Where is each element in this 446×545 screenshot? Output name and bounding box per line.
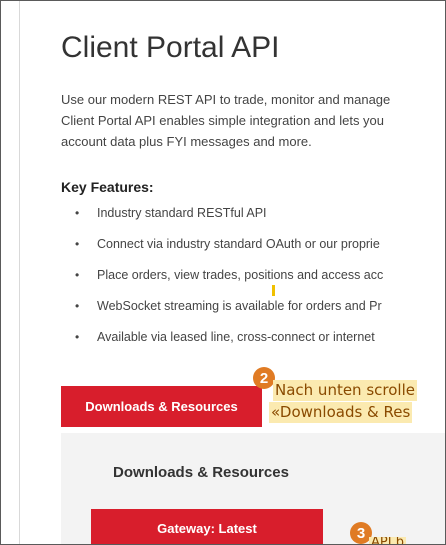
- intro-line: Client Portal API enables simple integra…: [61, 113, 385, 128]
- left-divider: [19, 1, 20, 544]
- page-title: Client Portal API: [61, 31, 280, 64]
- key-features-heading: Key Features:: [61, 179, 154, 195]
- feature-text: Available via leased line, cross-connect…: [97, 330, 375, 344]
- intro-line: Use our modern REST API to trade, monito…: [61, 92, 391, 107]
- bullet-icon: •: [75, 268, 80, 282]
- feature-text: Place orders, view trades, positions and…: [97, 268, 384, 282]
- bullet-icon: •: [75, 299, 80, 313]
- text-cursor-icon: [272, 285, 275, 296]
- gateway-latest-button[interactable]: Gateway: Latest: [91, 509, 323, 544]
- bullet-icon: •: [75, 330, 80, 344]
- bullet-icon: •: [75, 206, 80, 220]
- list-item: • Connect via industry standard OAuth or …: [61, 229, 383, 260]
- feature-text: WebSocket streaming is available for ord…: [97, 299, 382, 313]
- bullet-icon: •: [75, 237, 80, 251]
- intro-line: account data plus FYI messages and more.: [61, 134, 312, 149]
- step-marker-2: 2: [253, 367, 275, 389]
- list-item: • Available via leased line, cross-connec…: [61, 322, 383, 353]
- callout-step2-line1: Nach unten scrolle: [273, 380, 417, 401]
- feature-text: Connect via industry standard OAuth or o…: [97, 237, 380, 251]
- key-features-list: • Industry standard RESTful API • Connect …: [61, 198, 383, 353]
- downloads-panel: Downloads & Resources Gateway: Latest: [61, 433, 445, 544]
- panel-title: Downloads & Resources: [113, 464, 289, 481]
- list-item: • Industry standard RESTful API: [61, 198, 383, 229]
- list-item: • Place orders, view trades, positions an…: [61, 260, 383, 291]
- screenshot-frame: Client Portal API Use our modern REST AP…: [0, 0, 446, 545]
- list-item: • WebSocket streaming is available for or…: [61, 291, 383, 322]
- intro-paragraph: Use our modern REST API to trade, monito…: [61, 89, 390, 152]
- callout-step3: API b: [369, 537, 406, 544]
- feature-text: Industry standard RESTful API: [97, 206, 267, 220]
- downloads-resources-button[interactable]: Downloads & Resources: [61, 386, 262, 427]
- callout-step2-line2: «Downloads & Res: [269, 402, 413, 423]
